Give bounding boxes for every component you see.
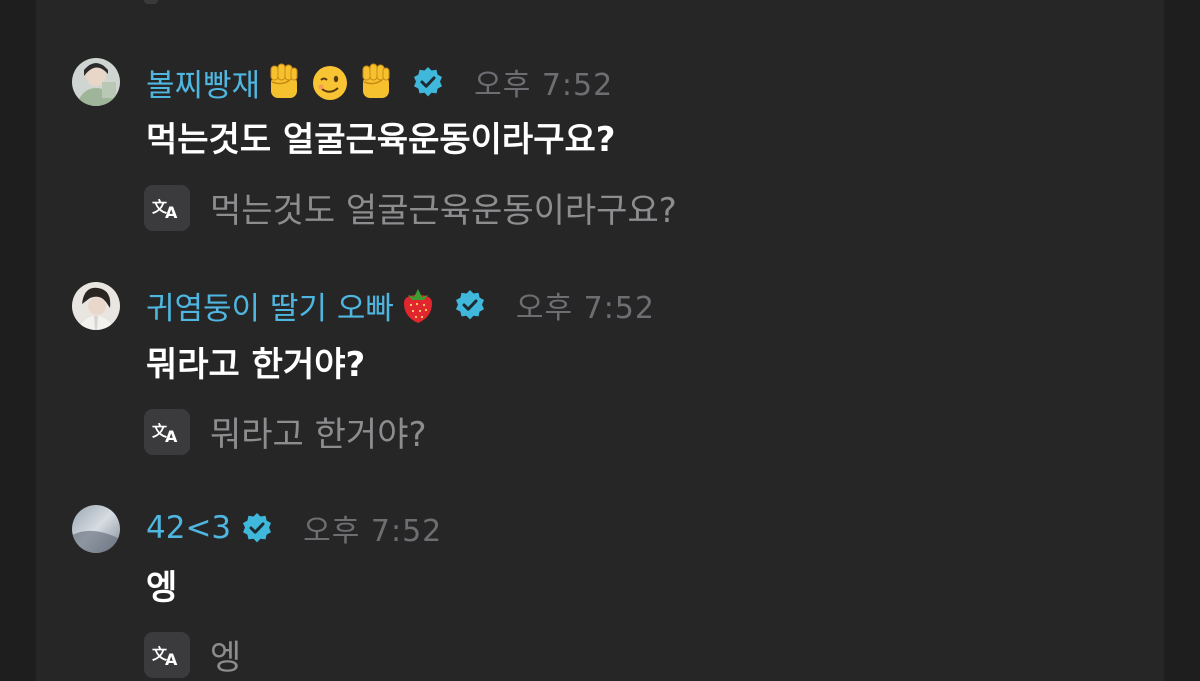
- username[interactable]: 42<3: [146, 510, 231, 546]
- translated-text: 엥: [210, 638, 242, 678]
- avatar[interactable]: [72, 58, 120, 106]
- screen: 볼찌빵재 오후 7:52 먹는것도 얼굴근육운동이라구요? 文 A 먹는것도 얼…: [0, 0, 1200, 681]
- avatar[interactable]: [72, 505, 120, 553]
- previous-translate-button[interactable]: [144, 0, 158, 4]
- raised-fist-emoji-icon: [262, 60, 306, 104]
- strawberry-emoji-icon: [396, 283, 440, 327]
- verified-badge-icon: [454, 289, 486, 321]
- right-edge: [1164, 0, 1200, 681]
- chat-panel[interactable]: 볼찌빵재 오후 7:52 먹는것도 얼굴근육운동이라구요? 文 A 먹는것도 얼…: [36, 0, 1164, 681]
- username[interactable]: 귀염둥이 딸기 오빠: [146, 283, 394, 328]
- raised-fist-emoji-icon: [354, 60, 398, 104]
- svg-text:A: A: [165, 650, 178, 668]
- message-header: 42<3 오후 7:52: [146, 508, 443, 549]
- message-header: 귀염둥이 딸기 오빠 오후 7:52: [146, 283, 655, 328]
- verified-badge-icon: [241, 512, 273, 544]
- message-text: 먹는것도 얼굴근육운동이라구요?: [146, 120, 616, 160]
- svg-text:A: A: [165, 203, 178, 221]
- username[interactable]: 볼찌빵재: [146, 60, 260, 105]
- timestamp: 오후 7:52: [515, 291, 655, 326]
- verified-badge-icon: [412, 66, 444, 98]
- translate-button[interactable]: 文 A: [144, 631, 190, 678]
- translate-button[interactable]: 文 A: [144, 408, 190, 455]
- translated-text: 뭐라고 한거야?: [210, 415, 427, 455]
- message-text: 엥: [146, 568, 178, 608]
- translated-text: 먹는것도 얼굴근육운동이라구요?: [210, 191, 677, 231]
- winking-face-emoji-icon: [308, 60, 352, 104]
- translate-icon: 文 A: [152, 642, 182, 668]
- message-text: 뭐라고 한거야?: [146, 345, 366, 385]
- translate-button[interactable]: 文 A: [144, 184, 190, 231]
- svg-text:A: A: [165, 427, 178, 445]
- avatar[interactable]: [72, 282, 120, 330]
- translation-row: 文 A 엥: [144, 630, 241, 679]
- translation-row: 文 A 뭐라고 한거야?: [144, 407, 427, 456]
- timestamp: 오후 7:52: [303, 514, 443, 549]
- timestamp: 오후 7:52: [474, 68, 614, 103]
- translation-row: 文 A 먹는것도 얼굴근육운동이라구요?: [144, 183, 677, 232]
- translate-icon: 文 A: [152, 419, 182, 445]
- message-header: 볼찌빵재 오후 7:52: [146, 60, 614, 105]
- translate-icon: 文 A: [152, 195, 182, 221]
- left-edge: [0, 0, 36, 681]
